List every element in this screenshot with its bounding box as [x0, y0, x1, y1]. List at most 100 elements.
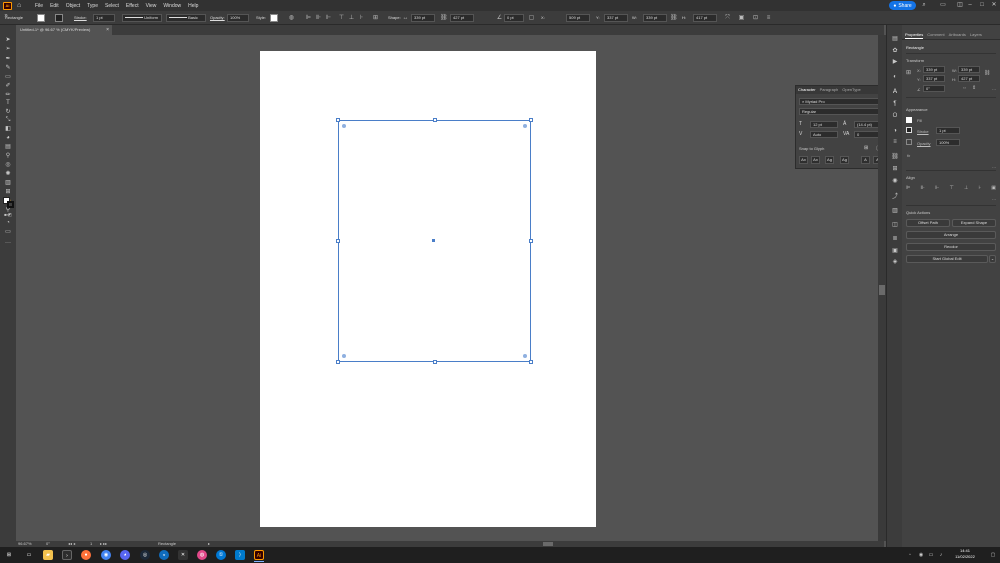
screen-mode-icon[interactable]: ▭ — [4, 229, 12, 236]
edit-toolbar-icon[interactable]: ··· — [4, 240, 12, 247]
transform-icon[interactable]: ⤧ — [724, 14, 731, 22]
h-field[interactable]: 417 pt — [693, 14, 717, 22]
menu-effect[interactable]: Effect — [126, 3, 139, 9]
pencil-tool-icon[interactable]: ✏ — [4, 92, 12, 99]
color-icon[interactable]: ◐ — [891, 73, 899, 81]
menu-object[interactable]: Object — [66, 3, 80, 9]
notifications-icon[interactable]: ▢ — [988, 550, 998, 560]
menu-view[interactable]: View — [146, 3, 157, 9]
w-field[interactable]: 339 pt — [958, 66, 980, 73]
align-left-icon[interactable]: ⊫ — [305, 14, 312, 22]
align-middle-icon[interactable]: ⊥ — [348, 14, 355, 22]
shape-height-field[interactable]: 427 pt — [450, 14, 474, 22]
edge-icon[interactable]: ◒ — [159, 550, 169, 560]
link-icon[interactable]: ⛓ — [440, 14, 448, 22]
task-view-icon[interactable]: ▭ — [24, 550, 34, 560]
resize-handle-bottom[interactable] — [433, 360, 437, 364]
arrange-documents-icon[interactable]: ▭ — [938, 1, 948, 10]
share-button[interactable]: ● Share — [889, 1, 916, 10]
tab-paragraph[interactable]: Paragraph — [820, 86, 839, 94]
export-icon[interactable]: ⤴ — [891, 193, 899, 201]
blend-tool-icon[interactable]: ◎ — [4, 162, 12, 169]
fill-swatch[interactable] — [906, 117, 912, 123]
menu-window[interactable]: Window — [163, 3, 181, 9]
align-vcenter-icon[interactable]: ⊥ — [964, 185, 968, 193]
isolate-icon[interactable]: ▣ — [738, 14, 745, 22]
vscode-icon[interactable]: ⟩ — [235, 550, 245, 560]
network-icon[interactable]: ▭ — [926, 550, 936, 560]
menu-help[interactable]: Help — [188, 3, 198, 9]
flip-horizontal-icon[interactable]: ⇔ — [962, 85, 967, 91]
align-to-icon[interactable]: ▣ — [991, 185, 996, 193]
corner-widget-bottom-left[interactable] — [342, 354, 346, 358]
properties-panel-icon[interactable]: ▤ — [891, 35, 899, 43]
opacity-field[interactable]: 100% — [936, 139, 960, 146]
search-icon[interactable]: ⌕ — [919, 1, 929, 10]
constrain-proportions-icon[interactable]: ⛓ — [984, 70, 990, 76]
align-top-icon[interactable]: ⊤ — [338, 14, 345, 22]
column-graph-tool-icon[interactable]: ▥ — [4, 180, 12, 187]
media-app-icon[interactable]: ◍ — [197, 550, 207, 560]
shape-width-field[interactable]: 339 pt — [411, 14, 435, 22]
menu-file[interactable]: File — [35, 3, 43, 9]
y-field[interactable]: 337 pt — [604, 14, 628, 22]
workspace-icon[interactable]: ◫ — [955, 1, 965, 10]
fx-icon[interactable]: fx — [907, 153, 910, 158]
document-tab-close[interactable]: × — [106, 25, 109, 35]
symbol-sprayer-tool-icon[interactable]: ✺ — [4, 171, 12, 178]
stroke-weight-field[interactable]: 1 pt — [93, 14, 115, 22]
corner-widget-top-left[interactable] — [342, 124, 346, 128]
align-panel-icon[interactable]: ▥ — [891, 207, 899, 215]
character-icon[interactable]: A — [891, 88, 899, 96]
steam-icon[interactable]: ◎ — [140, 550, 150, 560]
angle-field[interactable]: 0° — [923, 85, 945, 92]
opacity-label[interactable]: Opacity — [917, 141, 931, 146]
close-icon[interactable]: ✕ — [989, 1, 999, 10]
onepassword-icon[interactable]: ① — [216, 550, 226, 560]
paragraph-icon[interactable]: ¶ — [891, 100, 899, 108]
document-tab[interactable]: Untitled-1* @ 96.67 % (CMYK/Preview) × — [16, 25, 112, 35]
illustrator-taskbar-icon[interactable]: Ai — [254, 550, 264, 560]
recolor-button[interactable]: Recolor — [906, 243, 996, 251]
transform-panel-icon[interactable]: ⊞ — [891, 165, 899, 173]
pathfinder-icon[interactable]: ◫ — [891, 221, 899, 229]
tray-chevron-icon[interactable]: ^ — [905, 550, 915, 560]
stroke-swatch[interactable] — [906, 127, 912, 133]
chrome-icon[interactable]: ◉ — [101, 550, 111, 560]
maximize-icon[interactable]: □ — [977, 1, 987, 10]
type-tool-icon[interactable]: T — [4, 100, 12, 107]
opacity-label[interactable]: Opacity: — [210, 14, 225, 22]
links-icon[interactable]: ⛓ — [891, 153, 899, 161]
draw-mode-icon[interactable]: ◔ — [4, 220, 12, 227]
opentype-icon[interactable]: O — [891, 112, 899, 120]
file-explorer-icon[interactable]: ▰ — [43, 550, 53, 560]
eyedropper-tool-icon[interactable]: ⚲ — [4, 153, 12, 160]
expand-shape-button[interactable]: Expand Shape — [952, 219, 996, 227]
stroke-profile-dropdown[interactable]: Uniform — [122, 14, 162, 22]
scale-tool-icon[interactable]: ⤡ — [4, 117, 12, 124]
menu-select[interactable]: Select — [105, 3, 119, 9]
transform-more-icon[interactable]: ··· — [992, 87, 996, 92]
paintbrush-tool-icon[interactable]: ✐ — [4, 83, 12, 90]
minimize-icon[interactable]: – — [965, 1, 975, 10]
resize-handle-left[interactable] — [336, 239, 340, 243]
arrange-button[interactable]: Arrange — [906, 231, 996, 239]
tab-properties[interactable]: Properties — [905, 30, 924, 39]
firefox-icon[interactable]: ● — [81, 550, 91, 560]
align-bottom-icon[interactable]: ⊦ — [358, 14, 365, 22]
x-field[interactable]: 509 pt — [566, 14, 590, 22]
taskbar-clock[interactable]: 14:41 11/02/2022 — [950, 548, 980, 560]
direct-selection-tool-icon[interactable]: ➢ — [4, 46, 12, 53]
h-field[interactable]: 427 pt — [958, 75, 980, 82]
align-center-icon[interactable]: ⊪ — [315, 14, 322, 22]
align-left-icon[interactable]: ⊫ — [906, 185, 910, 193]
libraries-icon[interactable]: ✿ — [891, 47, 899, 55]
fill-swatch[interactable] — [37, 14, 45, 22]
gradient-tool-icon[interactable]: ▤ — [4, 144, 12, 151]
artboard-tool-icon[interactable]: ⊞ — [4, 189, 12, 196]
align-right-icon[interactable]: ⊩ — [935, 185, 939, 193]
selection-tool-icon[interactable]: ➤ — [4, 37, 12, 44]
shape-angle-field[interactable]: 0 pt — [504, 14, 524, 22]
color-mode-icons[interactable]: ■▪◩ — [4, 211, 12, 218]
stroke-label[interactable]: Stroke — [917, 129, 929, 134]
